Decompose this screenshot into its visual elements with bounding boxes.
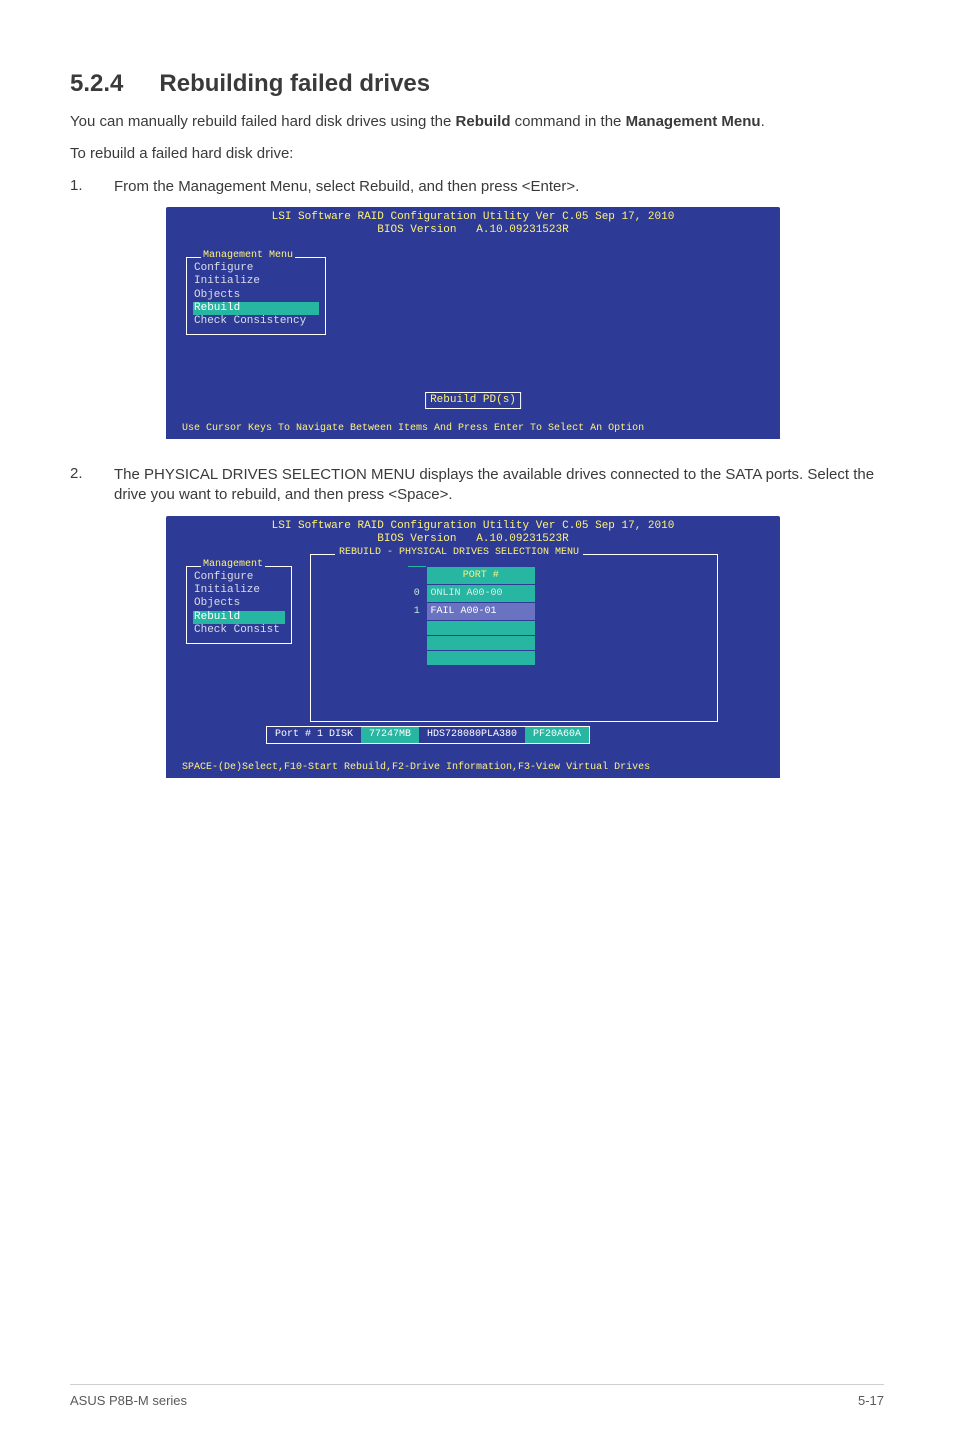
text: command in the: [511, 113, 626, 130]
text: , select: [307, 178, 359, 195]
text: From the: [114, 178, 178, 195]
port-status: ONLIN A00-00: [426, 585, 536, 603]
text-bold: Management Menu: [178, 178, 307, 195]
management-menu-box: Management ConfigureInitializeObjectsReb…: [186, 566, 292, 644]
port-row: 1FAIL A00-01: [408, 603, 536, 621]
text: You can manually rebuild failed hard dis…: [70, 113, 456, 130]
bios-screenshot-1: LSI Software RAID Configuration Utility …: [166, 207, 780, 439]
drive-info-model: HDS728080PLA380: [419, 727, 525, 743]
text-bold: Rebuild: [456, 113, 511, 130]
text-bold: PHYSICAL DRIVES SELECTION MENU: [144, 466, 415, 483]
footer-left: ASUS P8B-M series: [70, 1393, 187, 1408]
section-number: 5.2.4: [70, 70, 123, 98]
bios-title: LSI Software RAID Configuration Utility …: [166, 516, 780, 548]
text-bold: Rebuild: [359, 178, 410, 195]
section-title: Rebuilding failed drives: [159, 70, 430, 97]
rebuild-pd-box: Rebuild PD(s): [425, 392, 521, 409]
bios-body: REBUILD - PHYSICAL DRIVES SELECTION MENU…: [166, 548, 780, 778]
step-number: 1.: [70, 177, 114, 197]
footer-right: 5-17: [858, 1393, 884, 1408]
port-index: 0: [408, 585, 426, 603]
mgmt-item: Configure: [193, 571, 285, 584]
mgmt-item: Initialize: [193, 584, 285, 597]
step-body: From the Management Menu, select Rebuild…: [114, 177, 884, 197]
management-menu-title: Management Menu: [201, 250, 295, 262]
bios-screenshot-2: LSI Software RAID Configuration Utility …: [166, 516, 780, 778]
bios-footer-2: SPACE-(De)Select,F10-Start Rebuild,F2-Dr…: [166, 760, 780, 778]
step-2: 2. The PHYSICAL DRIVES SELECTION MENU di…: [70, 465, 884, 506]
mgmt-item: Initialize: [193, 275, 319, 288]
step-body: The PHYSICAL DRIVES SELECTION MENU displ…: [114, 465, 884, 506]
management-menu-box: Management Menu ConfigureInitializeObjec…: [186, 257, 326, 335]
drive-info-port: Port # 1 DISK: [267, 727, 361, 743]
mgmt-item: Objects: [193, 289, 319, 302]
port-index: 1: [408, 603, 426, 621]
mgmt-item: Objects: [193, 597, 285, 610]
bios-title-line1: LSI Software RAID Configuration Utility …: [272, 211, 675, 223]
bios-footer-1: Use Cursor Keys To Navigate Between Item…: [166, 421, 780, 439]
mgmt-item: Configure: [193, 262, 319, 275]
text: , and then press <Enter>.: [410, 178, 579, 195]
text: The: [114, 466, 144, 483]
bios-title: LSI Software RAID Configuration Utility …: [166, 207, 780, 239]
drive-info-bar: Port # 1 DISK 77247MB HDS728080PLA380 PF…: [266, 726, 590, 744]
port-status: FAIL A00-01: [426, 603, 536, 621]
intro-paragraph-2: To rebuild a failed hard disk drive:: [70, 144, 884, 164]
bios-title-line2: BIOS Version A.10.09231523R: [377, 224, 568, 236]
bios-title-line2: BIOS Version A.10.09231523R: [377, 533, 568, 545]
selection-menu-title: REBUILD - PHYSICAL DRIVES SELECTION MENU: [335, 547, 583, 559]
drive-info-serial: PF20A60A: [525, 727, 589, 743]
text: .: [761, 113, 765, 130]
page-footer: ASUS P8B-M series 5-17: [70, 1384, 884, 1408]
drive-info-size: 77247MB: [361, 727, 419, 743]
mgmt-item: Check Consistency: [193, 315, 319, 328]
mgmt-item: Rebuild: [193, 302, 319, 315]
port-row: 0ONLIN A00-00: [408, 585, 536, 603]
mgmt-item: Check Consist: [193, 624, 285, 637]
management-menu-title: Management: [201, 559, 265, 571]
section-heading: 5.2.4 Rebuilding failed drives: [70, 70, 884, 98]
port-header: PORT #: [426, 567, 536, 585]
bios-title-line1: LSI Software RAID Configuration Utility …: [272, 520, 675, 532]
step-1: 1. From the Management Menu, select Rebu…: [70, 177, 884, 197]
step-number: 2.: [70, 465, 114, 506]
mgmt-item: Rebuild: [193, 611, 285, 624]
text-bold: Management Menu: [626, 113, 761, 130]
port-table: PORT # 0ONLIN A00-001FAIL A00-01: [408, 566, 536, 666]
intro-paragraph-1: You can manually rebuild failed hard dis…: [70, 112, 884, 132]
bios-body: Management Menu ConfigureInitializeObjec…: [166, 239, 780, 439]
